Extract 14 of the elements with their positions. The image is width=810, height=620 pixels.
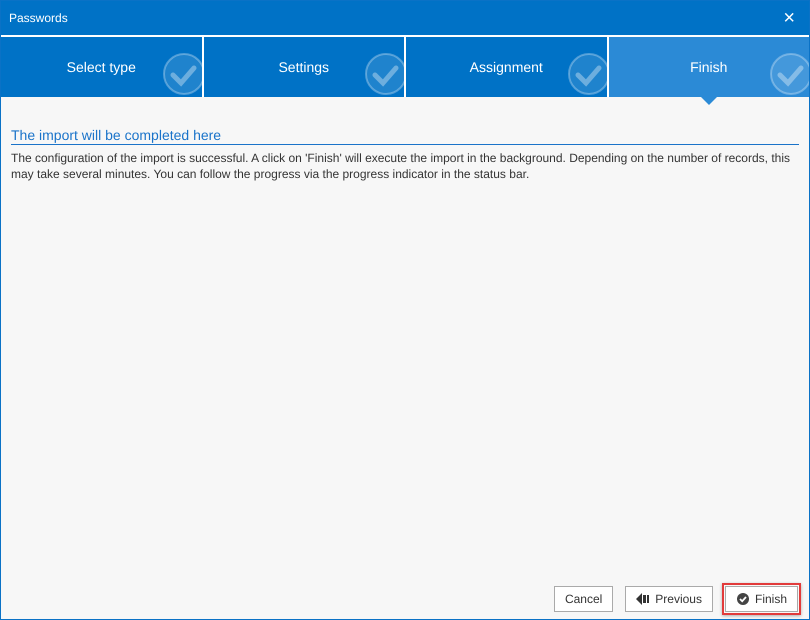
section-heading: The import will be completed here [11,127,799,145]
back-arrow-icon [636,593,650,605]
close-button[interactable]: × [779,8,799,28]
finish-button[interactable]: Finish [724,586,798,612]
check-circle-icon [736,593,750,605]
description-text: The configuration of the import is successful. A click on 'Finish' will execute the import in the background. Depending on the number of records, this may take several minutes. You can follow the progress via the progress indicator in the status bar. [11,150,791,182]
wizard-step-tab[interactable]: Select type [1,37,202,97]
wizard-step-tab[interactable]: Assignment [406,37,606,97]
window-title: Passwords [9,11,68,25]
previous-button[interactable]: Previous [625,586,713,612]
wizard-step-tab[interactable]: Finish [608,37,809,97]
cancel-button[interactable]: Cancel [554,586,614,612]
wizard-step-tab[interactable]: Settings [204,37,404,97]
selection-pointer-icon [700,97,717,105]
